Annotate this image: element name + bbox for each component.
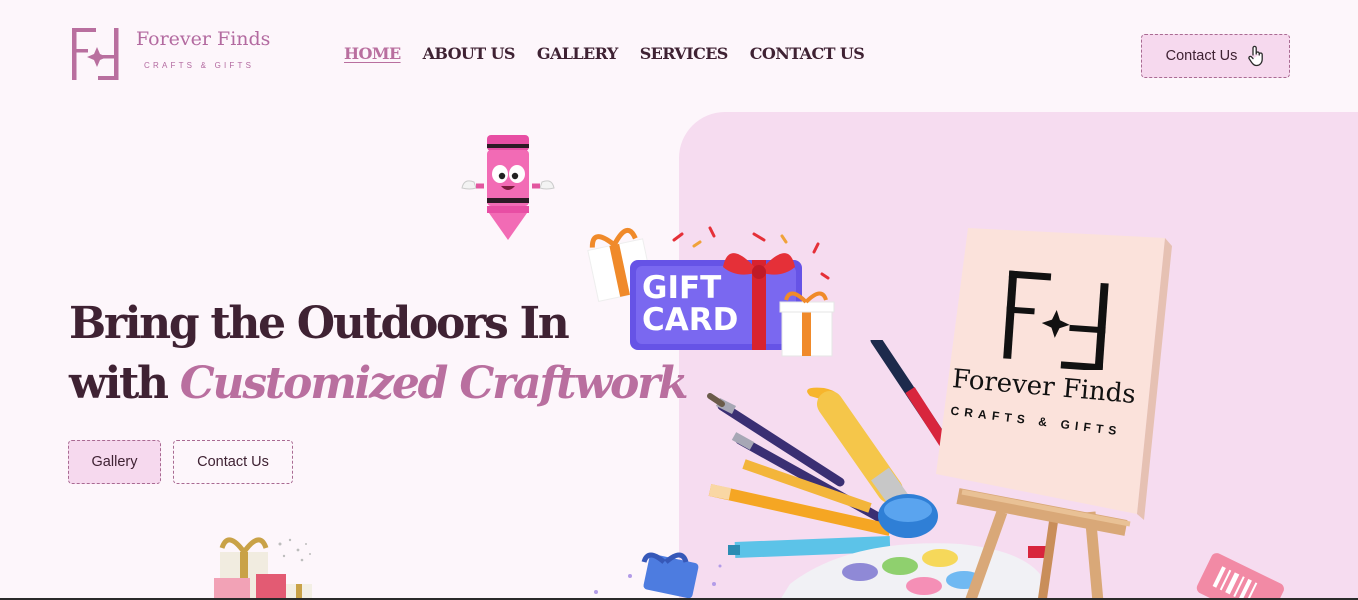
pointer-hand-icon (1248, 45, 1264, 67)
crayon-mascot-illustration (461, 135, 555, 240)
gallery-button[interactable]: Gallery (68, 440, 161, 484)
canvas-monogram-icon (1003, 270, 1109, 370)
header-contact-button[interactable]: Contact Us (1141, 34, 1290, 78)
header-contact-label: Contact Us (1165, 48, 1238, 64)
nav-contact-us[interactable]: CONTACT US (750, 44, 865, 63)
nav-about-us[interactable]: ABOUT US (423, 44, 516, 63)
price-tag-illustration (1196, 553, 1284, 600)
brand-tagline: CRAFTS & GIFTS (144, 61, 255, 70)
nav-home[interactable]: HOME (344, 44, 401, 63)
brand-logo[interactable]: Forever Finds CRAFTS & GIFTS (70, 26, 270, 82)
nav-services[interactable]: SERVICES (640, 44, 729, 63)
nav-gallery[interactable]: GALLERY (537, 44, 618, 63)
gift-boxes-illustration (214, 537, 312, 600)
brand-name: Forever Finds (136, 28, 271, 50)
brand-monogram-icon (72, 28, 119, 80)
main-nav: HOME ABOUT US GALLERY SERVICES CONTACT U… (344, 44, 865, 63)
hero-headline-prefix: with (69, 358, 180, 409)
contact-us-button[interactable]: Contact Us (173, 440, 293, 484)
